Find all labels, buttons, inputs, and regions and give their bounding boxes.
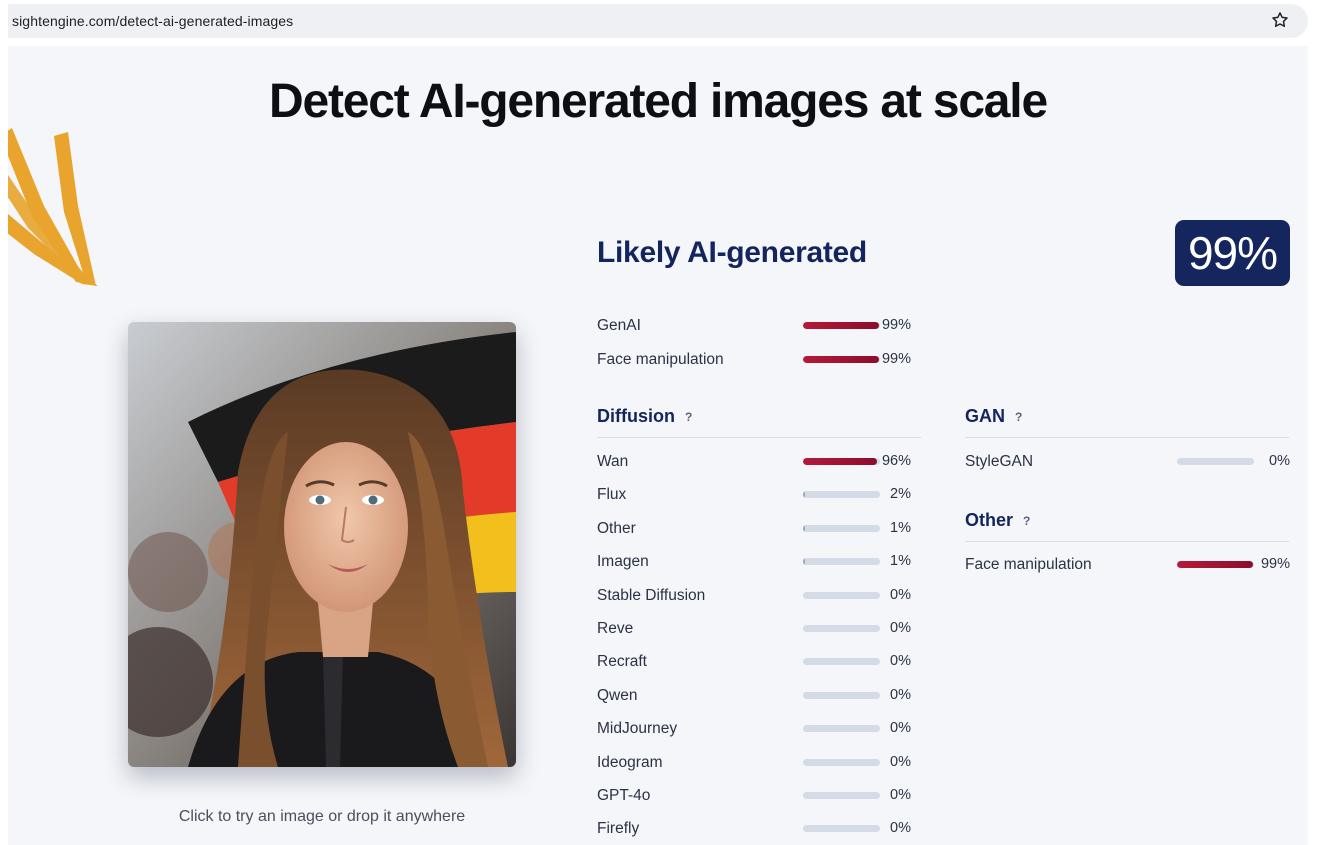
diffusion-help-icon[interactable]: ? — [685, 410, 692, 424]
other-help-icon[interactable]: ? — [1023, 514, 1030, 528]
diffusion-title: Diffusion — [597, 406, 675, 426]
score-row: Reve 0% — [597, 619, 927, 639]
score-row-value: 99% — [881, 317, 911, 333]
uploaded-image[interactable] — [128, 322, 516, 767]
page-content: Detect AI-generated images at scale Clic… — [8, 46, 1308, 845]
score-row-label: Ideogram — [597, 753, 663, 771]
score-row-label: GPT-4o — [597, 787, 651, 804]
score-bar-fill — [803, 491, 806, 499]
portrait-image — [128, 322, 516, 767]
score-row-label: Stable Diffusion — [597, 586, 706, 604]
score-row-value: 0% — [890, 720, 911, 737]
gan-section-title: GAN? — [965, 406, 1022, 427]
score-row: GenAI 99% — [597, 316, 927, 336]
diffusion-divider — [597, 437, 921, 438]
score-bar-fill — [803, 458, 877, 465]
score-row-value: 99% — [1260, 556, 1290, 572]
score-row: Flux 2% — [597, 485, 927, 505]
score-row-label: Other — [597, 519, 636, 537]
score-row: Face manipulation 99% — [965, 555, 1295, 575]
score-row-label: StyleGAN — [965, 453, 1034, 470]
score-row-value: 0% — [890, 787, 911, 803]
score-row: Face manipulation 99% — [597, 350, 927, 370]
score-row-label: Recraft — [597, 653, 647, 671]
gan-divider — [965, 437, 1289, 438]
gan-title: GAN — [965, 406, 1005, 426]
overall-score-badge: 99% — [1175, 220, 1290, 286]
score-row: Other 1% — [597, 519, 927, 539]
score-row-value: 0% — [890, 586, 911, 603]
score-row: Stable Diffusion 0% — [597, 586, 927, 606]
url-text[interactable]: sightengine.com/detect-ai-generated-imag… — [12, 13, 293, 29]
score-row-label: MidJourney — [597, 720, 678, 738]
score-row: Recraft 0% — [597, 652, 927, 672]
page-title: Detect AI-generated images at scale — [269, 75, 1048, 128]
score-row: Imagen 1% — [597, 552, 927, 572]
score-row: Ideogram 0% — [597, 753, 927, 773]
score-bar-fill — [803, 524, 806, 532]
score-row: GPT-4o 0% — [597, 786, 927, 806]
score-row: MidJourney 0% — [597, 719, 927, 739]
other-title: Other — [965, 510, 1014, 530]
score-bar — [1177, 561, 1254, 568]
score-row: StyleGAN 0% — [965, 452, 1295, 472]
score-bar-fill — [803, 558, 806, 566]
score-row-label: Qwen — [597, 686, 638, 704]
star-icon[interactable] — [1270, 10, 1290, 30]
score-row-value: 0% — [890, 620, 911, 636]
score-row-label: Face manipulation — [965, 556, 1092, 573]
upload-caption[interactable]: Click to try an image or drop it anywher… — [128, 808, 516, 826]
score-row-value: 0% — [890, 820, 911, 837]
score-row-label: Flux — [597, 486, 627, 504]
score-row-value: 0% — [890, 653, 911, 670]
score-row-label: Face manipulation — [597, 351, 724, 368]
gan-help-icon[interactable]: ? — [1015, 410, 1022, 424]
score-row-label: GenAI — [597, 317, 641, 334]
score-row: Wan 96% — [597, 452, 927, 472]
diffusion-section-title: Diffusion? — [597, 406, 692, 427]
score-row-value: 2% — [890, 486, 911, 503]
score-bar — [1177, 458, 1254, 465]
score-row-label: Reve — [597, 620, 634, 637]
other-section-title: Other? — [965, 510, 1030, 531]
address-bar[interactable]: sightengine.com/detect-ai-generated-imag… — [8, 4, 1308, 38]
score-row-label: Imagen — [597, 553, 649, 571]
score-row-label: Firefly — [597, 820, 640, 838]
score-row-value: 0% — [1269, 453, 1290, 469]
score-row-value: 1% — [890, 519, 911, 536]
score-row-value: 99% — [881, 351, 911, 367]
score-row-value: 1% — [890, 553, 911, 570]
score-row: Firefly 0% — [597, 819, 927, 839]
other-divider — [965, 541, 1289, 542]
score-row-value: 0% — [890, 753, 911, 770]
score-row-label: Wan — [597, 453, 629, 470]
score-row-value: 0% — [890, 686, 911, 703]
score-bar-fill — [1177, 561, 1254, 568]
score-row: Qwen 0% — [597, 686, 927, 706]
score-row-value: 96% — [881, 453, 911, 469]
verdict-label: Likely AI-generated — [597, 236, 867, 269]
